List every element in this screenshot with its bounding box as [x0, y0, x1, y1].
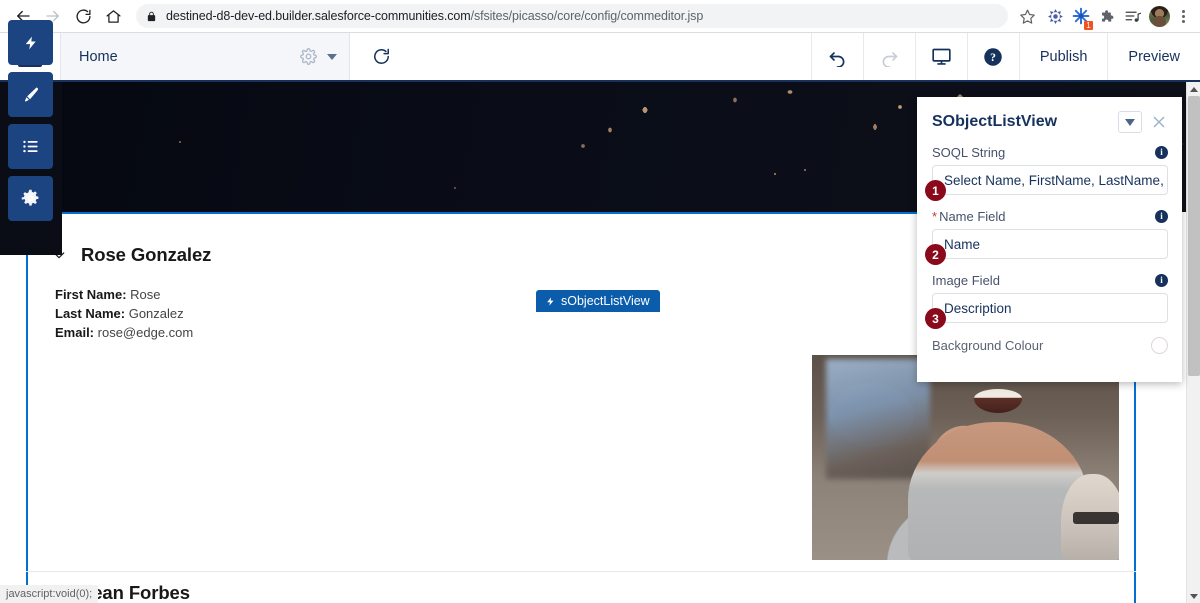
- annotation-badge-3: 3: [925, 308, 946, 329]
- avatar[interactable]: [1146, 3, 1172, 29]
- name-field-input[interactable]: Name: [932, 229, 1168, 259]
- required-asterisk: *: [932, 209, 938, 224]
- image-field-input[interactable]: Description: [932, 293, 1168, 323]
- app-root: destined-d8-dev-ed.builder.salesforce-co…: [0, 0, 1200, 603]
- page-selector[interactable]: Home: [60, 33, 350, 80]
- field-label-row: Image Field i: [932, 267, 1168, 293]
- close-icon[interactable]: [1150, 113, 1168, 131]
- kebab-menu-icon[interactable]: [1172, 3, 1194, 29]
- paint-brush-icon: [24, 87, 39, 102]
- svg-text:?: ?: [990, 51, 996, 64]
- chevron-down-icon[interactable]: [327, 53, 337, 60]
- list-icon: [23, 140, 38, 153]
- panel-title: SObjectListView: [932, 113, 1058, 130]
- page-title: Home: [79, 48, 118, 65]
- preview-button[interactable]: Preview: [1107, 33, 1200, 80]
- list-item[interactable]: Sean Forbes: [26, 571, 1136, 603]
- lightning-bolt-icon: [25, 36, 36, 49]
- gear-icon[interactable]: [300, 48, 317, 65]
- browser-toolbar: destined-d8-dev-ed.builder.salesforce-co…: [0, 0, 1200, 33]
- info-icon[interactable]: i: [1155, 274, 1168, 287]
- extension-sharing-icon[interactable]: [1042, 3, 1068, 29]
- field-label: SOQL String: [932, 145, 1006, 160]
- panel-header: SObjectListView: [917, 97, 1182, 139]
- field-label-row: * Name Field i: [932, 203, 1168, 229]
- desktop-preview-icon[interactable]: [914, 33, 967, 80]
- extension-asterisk-icon[interactable]: 1: [1068, 3, 1094, 30]
- field-background-colour: Background Colour: [917, 323, 1182, 354]
- scroll-up-arrow[interactable]: [1187, 82, 1200, 96]
- extension-puzzle-icon[interactable]: [1094, 3, 1120, 29]
- field-soql-string: SOQL String i 1 Select Name, FirstName, …: [917, 139, 1182, 201]
- field-label: First Name:: [55, 287, 127, 302]
- scrollbar-thumb[interactable]: [1188, 96, 1200, 376]
- sidebar-item-settings[interactable]: [8, 176, 53, 221]
- extension-bar: 1: [1042, 3, 1200, 30]
- sidebar-item-components[interactable]: [8, 20, 53, 65]
- extension-badge-count: 1: [1084, 21, 1093, 30]
- status-bar: javascript:void(0);: [0, 585, 99, 603]
- photo-glasses-detail: [1073, 512, 1119, 524]
- annotation-badge-2: 2: [925, 244, 946, 265]
- sidebar-item-pages[interactable]: [8, 124, 53, 169]
- publish-button[interactable]: Publish: [1018, 33, 1108, 80]
- annotation-badge-1: 1: [925, 180, 946, 201]
- field-image-field: Image Field i 3 Description: [917, 267, 1182, 329]
- gear-icon: [21, 189, 39, 206]
- field-value: Rose: [130, 287, 161, 302]
- scroll-down-arrow[interactable]: [1187, 589, 1200, 603]
- field-name-field: * Name Field i 2 Name: [917, 203, 1182, 265]
- contact-name: Rose Gonzalez: [81, 244, 212, 265]
- soql-string-input[interactable]: Select Name, FirstName, LastName, E: [932, 165, 1168, 195]
- photo-face-detail: [974, 389, 1022, 413]
- url-text: destined-d8-dev-ed.builder.salesforce-co…: [166, 9, 703, 23]
- bookmark-star-icon[interactable]: [1014, 3, 1040, 29]
- field-value: Gonzalez: [128, 306, 184, 321]
- help-icon[interactable]: ?: [966, 33, 1019, 80]
- home-icon[interactable]: [98, 1, 128, 31]
- refresh-icon[interactable]: [350, 33, 412, 80]
- url-path: /sfsites/picasso/core/config/commeditor.…: [470, 9, 704, 23]
- component-properties-panel: SObjectListView SOQL String i 1 Select N…: [917, 97, 1182, 382]
- field-label: Name Field: [939, 209, 1006, 224]
- info-icon[interactable]: i: [1155, 146, 1168, 159]
- field-label: Background Colour: [932, 338, 1044, 353]
- builder-header: Home ? Publish Preview: [0, 33, 1200, 82]
- lock-icon: [147, 11, 156, 21]
- field-label: Image Field: [932, 273, 1000, 288]
- chevron-down-icon[interactable]: [1118, 111, 1142, 133]
- photo-window-detail: [826, 359, 930, 479]
- sidebar-item-theme[interactable]: [8, 72, 53, 117]
- field-label: Last Name:: [55, 306, 126, 321]
- url-host: destined-d8-dev-ed.builder.salesforce-co…: [166, 9, 471, 23]
- field-label: Email:: [55, 325, 95, 340]
- contact-photo: [812, 355, 1119, 560]
- info-icon[interactable]: i: [1155, 210, 1168, 223]
- field-label-row: SOQL String i: [932, 139, 1168, 165]
- reload-icon[interactable]: [68, 1, 98, 31]
- vertical-scrollbar[interactable]: [1186, 82, 1200, 603]
- colour-swatch[interactable]: [1151, 337, 1168, 354]
- redo-icon: [862, 33, 915, 80]
- address-bar[interactable]: destined-d8-dev-ed.builder.salesforce-co…: [136, 4, 1008, 28]
- field-value: rose@edge.com: [97, 325, 194, 340]
- extension-playlist-icon[interactable]: [1120, 3, 1146, 29]
- undo-icon[interactable]: [810, 33, 863, 80]
